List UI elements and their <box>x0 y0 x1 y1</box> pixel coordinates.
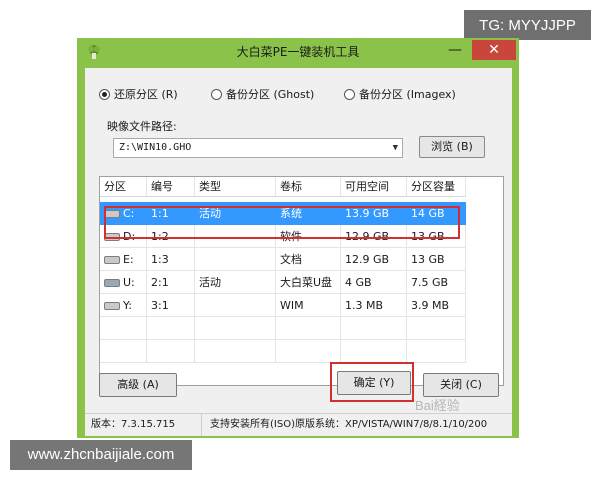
support-text: 支持安装所有(ISO)原版系统：XP/VISTA/WIN7/8/8.1/10/2… <box>210 419 488 430</box>
hdd-icon <box>104 302 120 310</box>
status-bar: 版本：7.3.15.715 支持安装所有(ISO)原版系统：XP/VISTA/W… <box>85 413 512 436</box>
chevron-down-icon[interactable]: ▼ <box>393 139 398 157</box>
column-header[interactable]: 分区容量 <box>407 177 466 197</box>
version-text: 版本：7.3.15.715 <box>85 414 202 436</box>
partition-size: 7.5 GB <box>407 271 466 294</box>
image-path-combobox[interactable]: Z:\WIN10.GHO ▼ <box>113 138 403 158</box>
volume-label: 大白菜U盘 <box>276 271 341 294</box>
usb-icon <box>104 279 120 287</box>
column-header[interactable]: 编号 <box>147 177 195 197</box>
table-row-empty <box>100 340 484 363</box>
column-header[interactable]: 可用空间 <box>341 177 407 197</box>
radio-label: 备份分区 (Imagex) <box>359 88 456 101</box>
close-window-button[interactable]: ✕ <box>472 40 516 60</box>
title-bar[interactable]: 大白菜PE一键装机工具 — ✕ <box>77 38 519 66</box>
radio-dot-icon <box>344 88 355 100</box>
partition-type: 活动 <box>195 271 276 294</box>
partition-size: 3.9 MB <box>407 294 466 317</box>
radio-restore[interactable]: 还原分区 (R) <box>99 86 178 102</box>
table-row[interactable]: U: 2:1 活动 大白菜U盘 4 GB 7.5 GB <box>100 271 484 294</box>
partition-number: 2:1 <box>147 271 195 294</box>
watermark-baidu: Bai経验 <box>415 398 460 413</box>
partition-type <box>195 248 276 271</box>
watermark-bottom: www.zhcnbaijiale.com <box>10 440 192 470</box>
column-header[interactable]: 卷标 <box>276 177 341 197</box>
radio-dot-icon <box>211 88 222 100</box>
table-row[interactable]: Y: 3:1 WIM 1.3 MB 3.9 MB <box>100 294 484 317</box>
image-path-value: Z:\WIN10.GHO <box>119 142 192 153</box>
drive-letter: Y: <box>123 299 132 312</box>
free-space: 4 GB <box>341 271 407 294</box>
drive-letter: U: <box>123 276 135 289</box>
volume-label: 文档 <box>276 248 341 271</box>
radio-label: 备份分区 (Ghost) <box>226 88 315 101</box>
close-button[interactable]: 关闭 (C) <box>423 373 499 397</box>
hdd-icon <box>104 256 120 264</box>
partition-type <box>195 294 276 317</box>
partition-size: 13 GB <box>407 248 466 271</box>
table-row-empty <box>100 317 484 340</box>
column-header[interactable]: 分区 <box>100 177 147 197</box>
table-header: 分区 编号 类型 卷标 可用空间 分区容量 <box>100 177 484 197</box>
browse-button[interactable]: 浏览 (B) <box>419 136 485 158</box>
client-area: 还原分区 (R) 备份分区 (Ghost) 备份分区 (Imagex) 映像文件… <box>85 68 512 436</box>
partition-number: 3:1 <box>147 294 195 317</box>
radio-backup-ghost[interactable]: 备份分区 (Ghost) <box>211 86 314 102</box>
highlight-box-c-row <box>104 206 460 239</box>
drive-letter: E: <box>123 253 134 266</box>
radio-backup-imagex[interactable]: 备份分区 (Imagex) <box>344 86 456 102</box>
highlight-box-ok-button <box>330 362 414 402</box>
free-space: 12.9 GB <box>341 248 407 271</box>
volume-label: WIM <box>276 294 341 317</box>
watermark-top: TG: MYYJJPP <box>464 10 591 40</box>
free-space: 1.3 MB <box>341 294 407 317</box>
radio-dot-icon <box>99 88 110 100</box>
image-path-label: 映像文件路径: <box>107 120 177 133</box>
table-row[interactable]: E: 1:3 文档 12.9 GB 13 GB <box>100 248 484 271</box>
advanced-button[interactable]: 高级 (A) <box>99 373 177 397</box>
minimize-button[interactable]: — <box>442 42 468 60</box>
column-header[interactable]: 类型 <box>195 177 276 197</box>
partition-number: 1:3 <box>147 248 195 271</box>
radio-label: 还原分区 (R) <box>114 88 178 101</box>
